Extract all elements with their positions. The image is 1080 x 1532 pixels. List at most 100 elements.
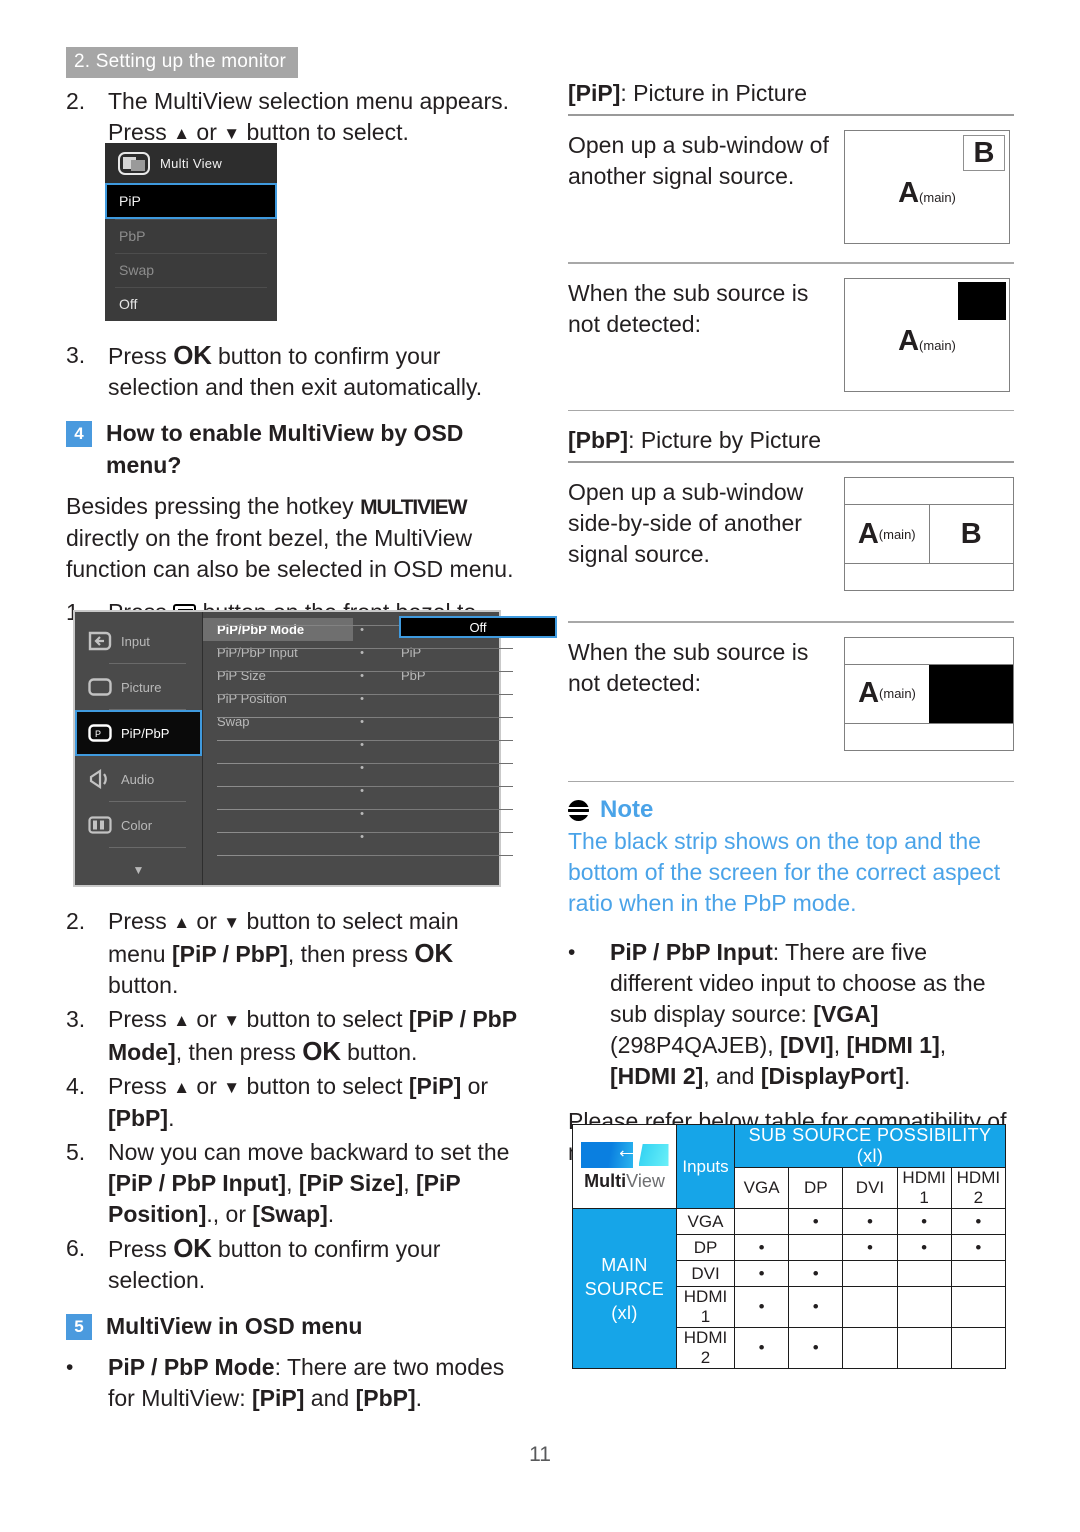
ok-button-label: OK — [173, 1233, 212, 1263]
note-heading: Note — [568, 796, 1014, 824]
down-arrow-icon: ▼ — [223, 124, 241, 143]
osd-option-row[interactable]: PiP/PbP Input • PiP — [203, 641, 513, 664]
multiview-logo: ⟷ MultiView — [573, 1138, 676, 1195]
osd-option-name: PiP/PbP Mode — [203, 618, 353, 641]
pip-main-window: A(main) — [845, 177, 1009, 210]
osd-sidebar-item-picture[interactable]: Picture — [75, 664, 202, 710]
heading-5-badge: 5 — [66, 1314, 92, 1340]
cell-dp-dp — [788, 1234, 844, 1261]
multiview-item-swap[interactable]: Swap — [105, 253, 277, 287]
osd-sidebar-item-pip-pbp[interactable]: P PiP/PbP — [75, 710, 202, 756]
pbp-left-letter: A — [857, 517, 879, 550]
cell-vga-vga — [733, 1208, 790, 1235]
chevron-down-icon[interactable]: ▼ — [75, 863, 202, 877]
multiview-hotkey-label: MULTIVIEW — [360, 496, 467, 519]
multiview-popup-title-bar: Multi View — [105, 143, 277, 183]
menu-ref-pip: [PiP] — [408, 1073, 462, 1099]
note-icon — [568, 799, 589, 821]
t: Now you can move backward to set the — [108, 1139, 510, 1165]
input-ref-hdmi1: [HDMI 1] — [846, 1032, 940, 1058]
osd-option-row[interactable]: Swap • — [203, 710, 513, 733]
audio-icon — [83, 769, 117, 789]
bullet-term: PiP / PbP Mode — [108, 1354, 275, 1380]
up-arrow-icon: ▲ — [173, 913, 191, 932]
t: . — [168, 1105, 175, 1131]
bullet-pip-pbp-mode: • PiP / PbP Mode: There are two modes fo… — [66, 1352, 518, 1414]
step-3-pre: Press — [108, 343, 174, 369]
pbp-block-1: Open up a sub-window side-by-side of ano… — [568, 477, 1014, 617]
t: , — [286, 1170, 299, 1196]
osd-option-row[interactable]: PiP Size • PbP — [203, 664, 513, 687]
osd-sidebar-label-audio: Audio — [121, 771, 155, 787]
table-row-label: HDMI 2 — [676, 1327, 735, 1369]
multiview-logo-word: MultiView — [584, 1171, 665, 1192]
t: , then press — [287, 941, 415, 967]
cell-dvi-vga: • — [733, 1260, 790, 1287]
cell-hdmi2-hdmi2 — [950, 1327, 1007, 1369]
cell-dvi-dvi — [842, 1260, 898, 1287]
pip-block-1-caption: Open up a sub-window of another signal s… — [568, 132, 829, 189]
heading-4: 4 How to enable MultiView by OSD menu? — [66, 417, 518, 481]
cell-vga-hdmi1: • — [896, 1208, 952, 1235]
table-row-label: VGA — [676, 1208, 735, 1235]
multiview-item-swap-label: Swap — [119, 262, 155, 278]
pbp-middle: A (main) B — [845, 505, 1013, 563]
input-ref-vga: [VGA] — [813, 1001, 879, 1027]
compatibility-table: ⟷ MultiView Inputs SUB SOURCE POSSIBILIT… — [572, 1124, 1007, 1369]
divider — [217, 809, 513, 810]
pbp-block-2-caption: When the sub source is not detected: — [568, 638, 809, 696]
divider — [217, 694, 513, 695]
pip-figure-2: A(main) — [844, 277, 1014, 392]
right-column: [PiP]: Picture in Picture Open up a sub-… — [568, 78, 1014, 1172]
step-5b-text: Now you can move backward to set the [Pi… — [108, 1137, 518, 1230]
osd-option-row[interactable]: PiP Position • — [203, 687, 513, 710]
osd-sidebar-item-input[interactable]: Input — [75, 618, 202, 664]
t: button to select — [240, 1006, 409, 1032]
pbp-figure-1: A (main) B — [844, 477, 1014, 591]
pip-tag: [PiP] — [568, 80, 621, 106]
table-col-vga: VGA — [733, 1167, 790, 1209]
step-6b-text: Press OK button to confirm your selectio… — [108, 1233, 518, 1296]
divider — [568, 114, 1014, 116]
divider — [217, 671, 513, 672]
multiview-item-pip[interactable]: PiP — [105, 183, 277, 219]
t: ., or — [206, 1201, 253, 1227]
input-ref-hdmi2: [HDMI 2] — [610, 1063, 704, 1089]
note-title: Note — [600, 796, 654, 823]
multiview-item-off[interactable]: Off — [105, 287, 277, 321]
t: , — [833, 1032, 847, 1058]
logo-word-bold: Multi — [584, 1171, 627, 1191]
pbp-top-strip — [845, 478, 1013, 505]
step-2-text: The MultiView selection menu appears. Pr… — [108, 86, 518, 149]
osd-sidebar-item-audio[interactable]: Audio — [75, 756, 202, 802]
besides-pre: Besides pressing the hotkey — [66, 493, 361, 519]
svg-text:P: P — [95, 729, 101, 739]
page-number: 11 — [529, 1443, 551, 1466]
divider — [217, 740, 513, 741]
osd-selected-value[interactable]: Off — [399, 616, 557, 638]
multiview-item-pbp[interactable]: PbP — [105, 219, 277, 253]
t: button. — [340, 1039, 418, 1065]
step-3b-text: Press ▲ or ▼ button to select [PiP / PbP… — [108, 1004, 518, 1068]
t: button. — [108, 972, 179, 998]
osd-sidebar-item-color[interactable]: Color — [75, 802, 202, 848]
pip-icon: P — [83, 723, 117, 743]
step-2-line2-mid: or — [190, 119, 224, 145]
table-col-hdmi1: HDMI 1 — [896, 1167, 952, 1209]
bullet-dot: • — [66, 1356, 74, 1379]
multiview-item-off-label: Off — [119, 296, 138, 312]
step-2-line2-pre: Press — [108, 119, 174, 145]
pbp-diagram-no-signal: A (main) — [844, 636, 1014, 751]
divider — [568, 621, 1014, 623]
pbp-bottom-strip — [845, 722, 1013, 750]
pbp-right-letter: B — [960, 517, 982, 550]
pip-main-sub: (main) — [919, 190, 956, 205]
cell-hdmi2-dvi — [842, 1327, 898, 1369]
pbp-left-sub: (main) — [879, 686, 916, 701]
manual-page: 2. Setting up the monitor 2. The MultiVi… — [0, 0, 1080, 1532]
table-sub-source-header: SUB SOURCE POSSIBILITY (xl) — [734, 1124, 1006, 1168]
divider — [568, 461, 1014, 463]
step-4b: 4. Press ▲ or ▼ button to select [PiP] o… — [66, 1071, 518, 1134]
osd-screenshot: Input Picture P PiP/PbP Audio Color ▼ Of… — [73, 610, 557, 887]
osd-option-row: • — [203, 779, 513, 802]
